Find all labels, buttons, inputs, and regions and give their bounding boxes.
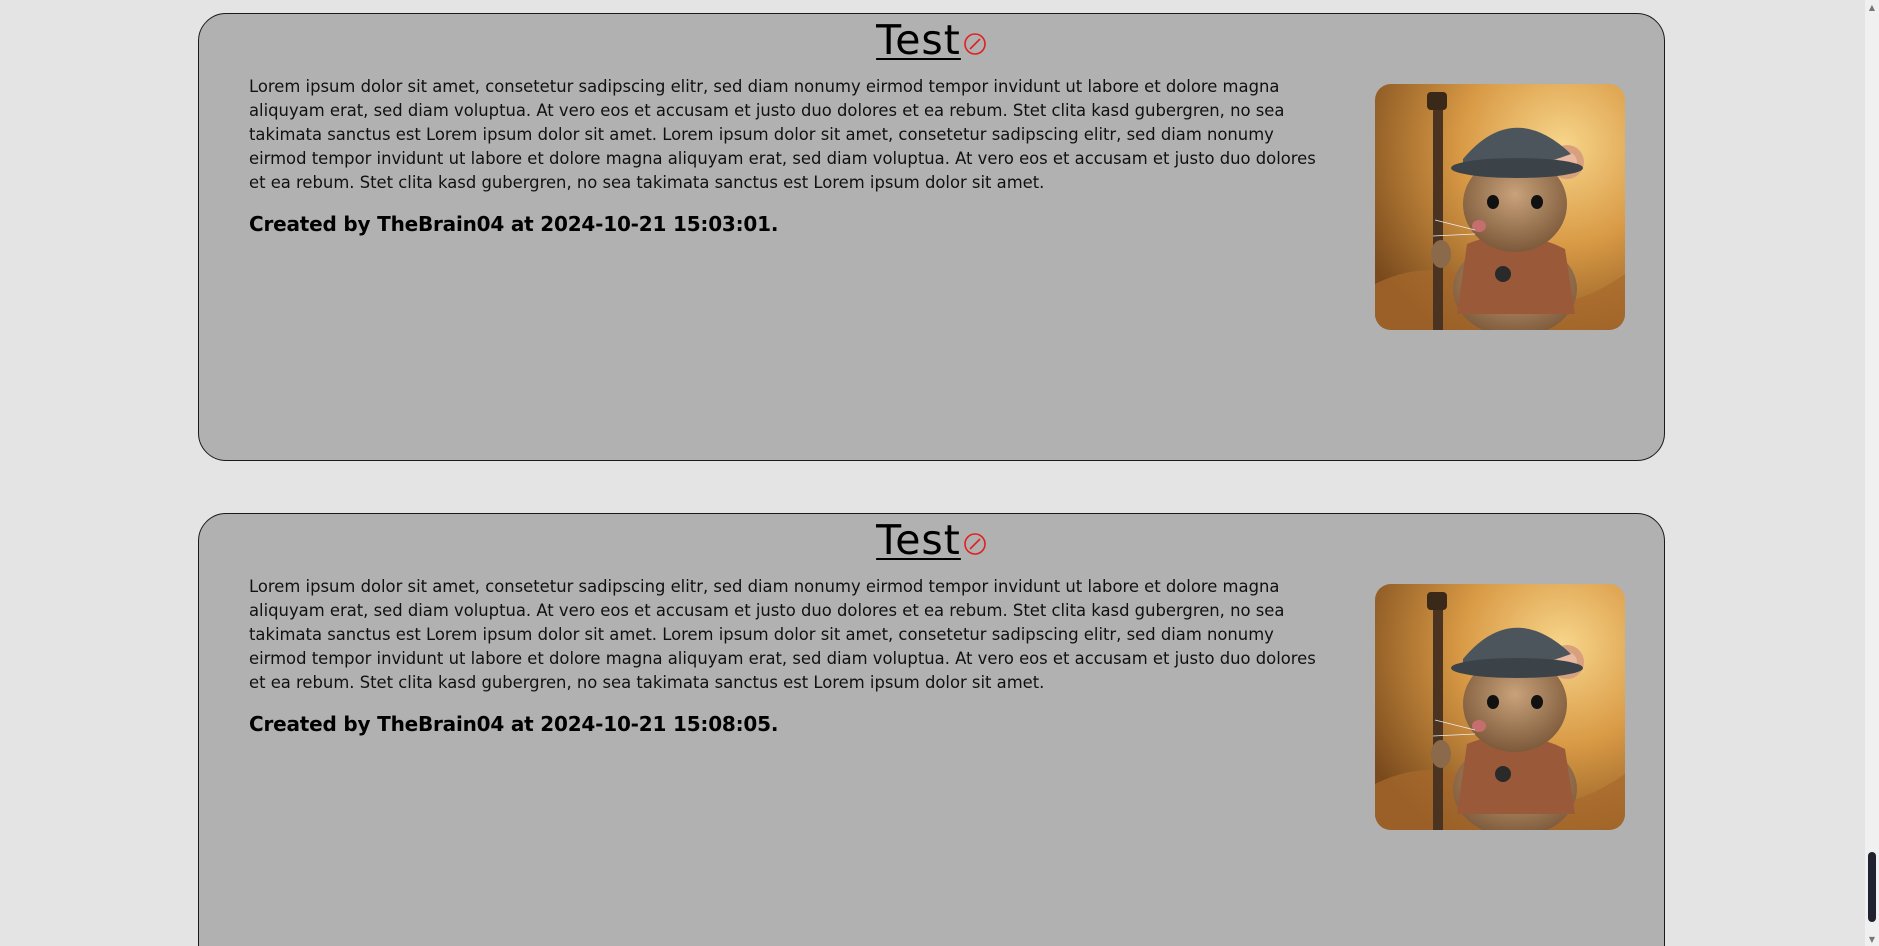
- post-card: Test Lorem ipsum dolor sit amet, consete…: [198, 513, 1665, 946]
- post-title-text: Test: [876, 16, 961, 64]
- post-title: Test: [199, 16, 1664, 64]
- prohibit-icon: [964, 33, 986, 55]
- vertical-scrollbar[interactable]: ▲ ▼: [1865, 0, 1879, 946]
- post-card: Test Lorem ipsum dolor sit amet, consete…: [198, 13, 1665, 461]
- mouse-wanderer-image: [1375, 584, 1625, 830]
- prohibit-icon: [964, 533, 986, 555]
- page: Test Lorem ipsum dolor sit amet, consete…: [0, 0, 1879, 946]
- delete-post-button[interactable]: [963, 532, 987, 556]
- post-title: Test: [199, 516, 1664, 564]
- scroll-down-icon[interactable]: ▼: [1865, 932, 1879, 946]
- scroll-thumb[interactable]: [1868, 852, 1876, 922]
- scroll-up-icon[interactable]: ▲: [1865, 0, 1879, 14]
- post-title-text: Test: [876, 516, 961, 564]
- post-meta: Created by TheBrain04 at 2024-10-21 15:0…: [249, 712, 779, 736]
- post-image: [1375, 584, 1625, 830]
- post-meta: Created by TheBrain04 at 2024-10-21 15:0…: [249, 212, 779, 236]
- post-image: [1375, 84, 1625, 330]
- delete-post-button[interactable]: [963, 32, 987, 56]
- post-body: Lorem ipsum dolor sit amet, consetetur s…: [249, 577, 1316, 692]
- mouse-wanderer-image: [1375, 84, 1625, 330]
- post-body: Lorem ipsum dolor sit amet, consetetur s…: [249, 77, 1316, 192]
